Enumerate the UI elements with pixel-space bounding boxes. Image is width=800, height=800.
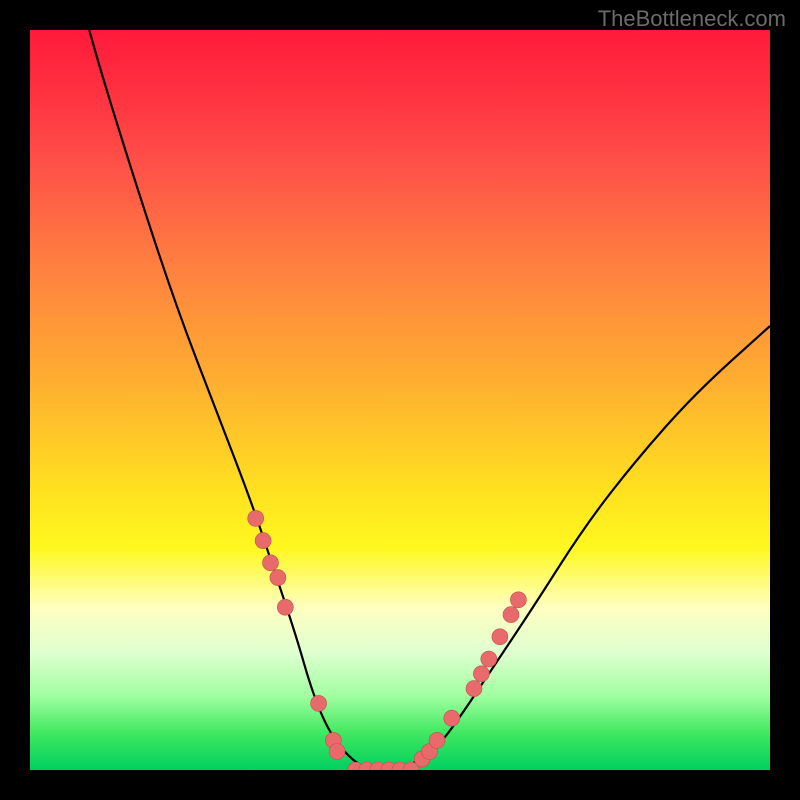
watermark-text: TheBottleneck.com xyxy=(598,6,786,32)
gradient-background xyxy=(30,30,770,770)
chart-container xyxy=(30,30,770,770)
